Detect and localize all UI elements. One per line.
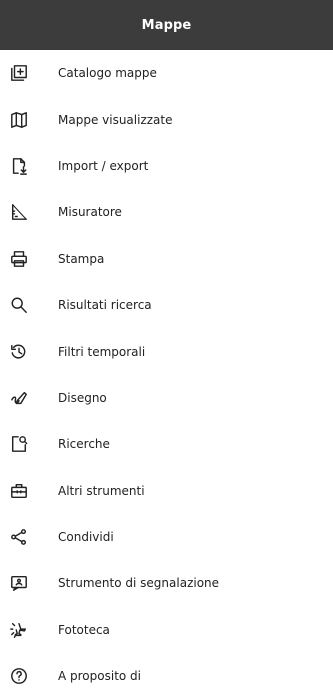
header-title: Mappe <box>141 17 192 33</box>
menu-item-label: Altri strumenti <box>58 483 145 498</box>
menu-item-filtri-temporali[interactable]: Filtri temporali <box>0 328 333 374</box>
menu-item-strumento-di-segnalazione[interactable]: Strumento di segnalazione <box>0 560 333 606</box>
menu-item-label: Misuratore <box>58 205 122 220</box>
menu-item-label: Risultati ricerca <box>58 298 152 313</box>
toolbox-icon <box>9 481 29 501</box>
menu-item-label: Condividi <box>58 530 114 545</box>
file-import-icon <box>9 156 29 176</box>
menu-item-import-export[interactable]: Import / export <box>0 143 333 189</box>
menu-item-label: A proposito di <box>58 669 142 684</box>
catalog-add-icon <box>9 63 29 83</box>
menu-item-catalogo-mappe[interactable]: Catalogo mappe <box>0 50 333 96</box>
menu-item-risultati-ricerca[interactable]: Risultati ricerca <box>0 282 333 328</box>
draw-icon <box>9 388 29 408</box>
menu-item-label: Catalogo mappe <box>58 66 157 81</box>
menu-item-condividi[interactable]: Condividi <box>0 514 333 560</box>
menu-item-mappe-visualizzate[interactable]: Mappe visualizzate <box>0 96 333 142</box>
search-document-icon <box>9 434 29 454</box>
side-menu: Catalogo mappe Mappe visualizzate Import… <box>0 50 333 699</box>
menu-item-label: Fototeca <box>58 622 110 637</box>
menu-item-a-proposito-di[interactable]: A proposito di <box>0 653 333 699</box>
menu-item-altri-strumenti[interactable]: Altri strumenti <box>0 468 333 514</box>
app-header: Mappe <box>0 0 333 50</box>
aerial-photo-icon <box>9 620 29 640</box>
menu-item-disegno[interactable]: Disegno <box>0 375 333 421</box>
help-circle-icon <box>9 666 29 686</box>
printer-icon <box>9 249 29 269</box>
menu-item-label: Stampa <box>58 251 105 266</box>
ruler-angle-icon <box>9 202 29 222</box>
share-icon <box>9 527 29 547</box>
search-icon <box>9 295 29 315</box>
menu-item-label: Mappe visualizzate <box>58 112 173 127</box>
menu-item-label: Disegno <box>58 390 107 405</box>
menu-item-label: Ricerche <box>58 437 110 452</box>
menu-item-fototeca[interactable]: Fototeca <box>0 607 333 653</box>
menu-item-label: Import / export <box>58 158 149 173</box>
menu-item-stampa[interactable]: Stampa <box>0 236 333 282</box>
menu-item-label: Strumento di segnalazione <box>58 576 220 591</box>
map-icon <box>9 110 29 130</box>
menu-item-label: Filtri temporali <box>58 344 146 359</box>
menu-item-ricerche[interactable]: Ricerche <box>0 421 333 467</box>
report-icon <box>9 573 29 593</box>
history-icon <box>9 342 29 362</box>
menu-item-misuratore[interactable]: Misuratore <box>0 189 333 235</box>
